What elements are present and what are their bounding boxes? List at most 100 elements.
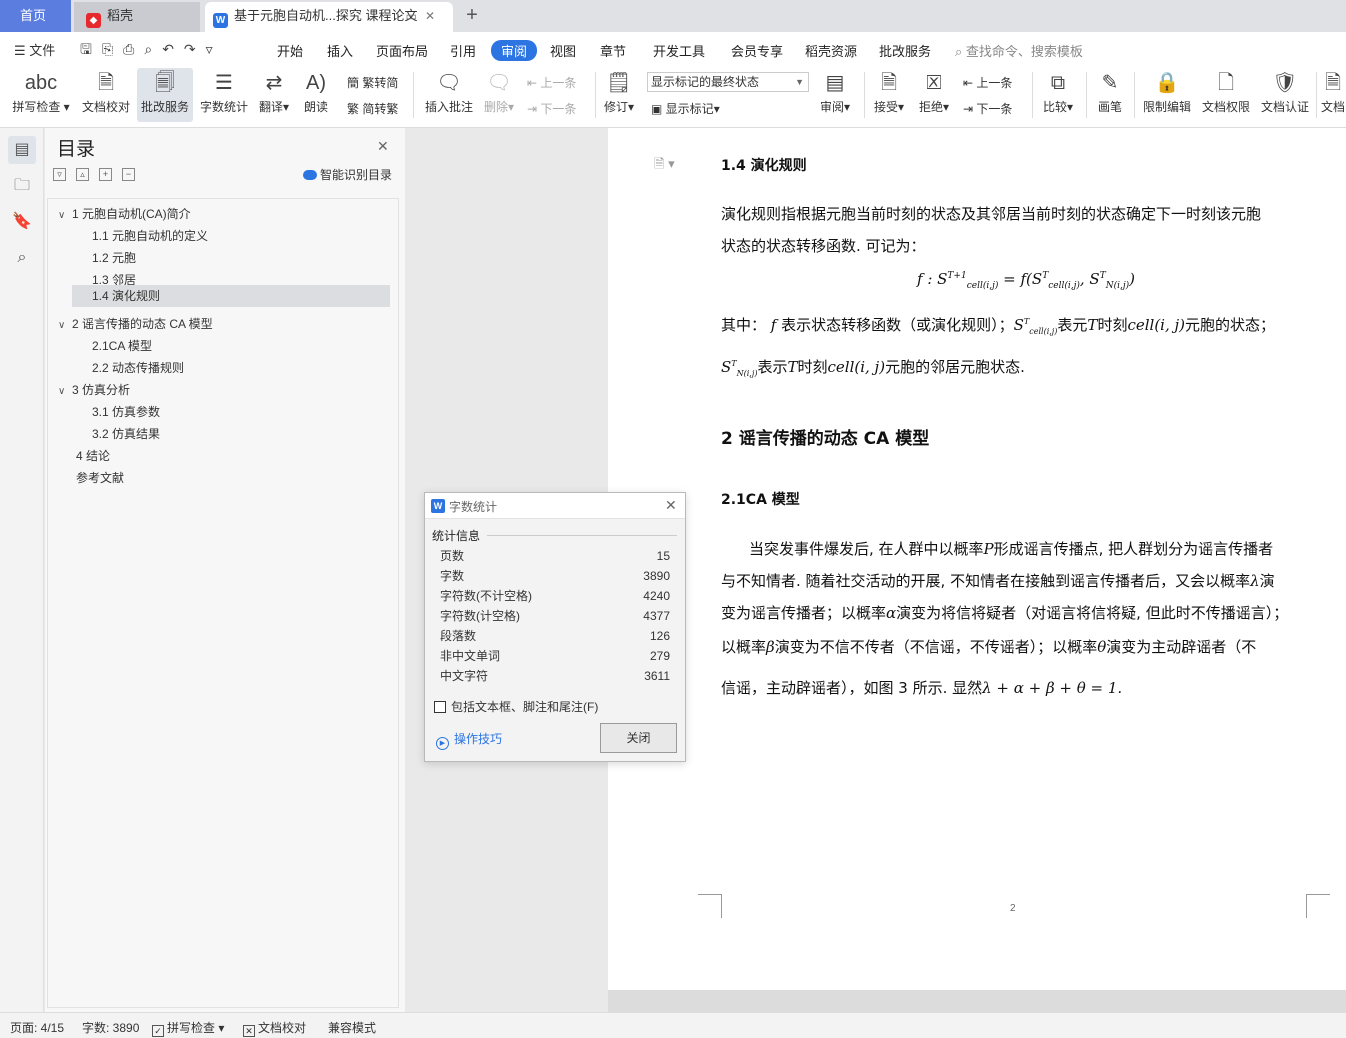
doc-proof-status[interactable]: ✕ 文档校对	[243, 1019, 306, 1037]
spell-check-button[interactable]: abc 拼写检查 ▾	[10, 68, 72, 122]
menu-member[interactable]: 会员专享	[731, 41, 783, 60]
proof-icon: ✕	[243, 1025, 255, 1037]
reject-button[interactable]: 🗵 拒绝▾	[916, 68, 952, 122]
collapse-all-icon[interactable]: ▵	[76, 168, 89, 181]
menu-page-layout[interactable]: 页面布局	[376, 41, 428, 60]
menu-review[interactable]: 审阅	[491, 40, 538, 61]
close-tab-icon[interactable]: ✕	[425, 9, 443, 23]
toc-item[interactable]: 3.2 仿真结果	[92, 423, 388, 445]
track-changes-button[interactable]: 🗒 修订▾	[601, 68, 637, 122]
compare-button[interactable]: ⧉ 比较▾	[1040, 68, 1076, 122]
menu-view[interactable]: 视图	[550, 41, 576, 60]
command-search[interactable]: ⌕ 查找命令、搜索模板	[955, 41, 1083, 60]
new-tab-button[interactable]: +	[460, 2, 484, 30]
chevron-down-icon[interactable]: ∨	[58, 381, 72, 403]
redo-icon[interactable]: ↷	[184, 41, 206, 57]
next-comment-button[interactable]: ⇥ 下一条	[527, 100, 576, 117]
delete-comment-button[interactable]: 🗨 删除▾	[481, 68, 517, 122]
tab-document[interactable]: W 基于元胞自动机...探究 课程论文 ▭✕	[205, 2, 453, 32]
dialog-titlebar[interactable]: W 字数统计 ✕	[425, 493, 685, 519]
review-service-button[interactable]: 🗐 批改服务	[137, 68, 193, 122]
tab-home[interactable]: 首页	[0, 0, 71, 32]
add-heading-icon[interactable]: +	[99, 168, 112, 181]
customize-icon[interactable]: ▿	[206, 41, 223, 57]
toc-item[interactable]: 1.1 元胞自动机的定义	[92, 225, 388, 247]
pen-button[interactable]: ✎ 画笔	[1094, 68, 1126, 122]
toc-item[interactable]: ∨ 1 元胞自动机(CA)简介	[58, 203, 388, 225]
markup-state-select[interactable]: 显示标记的最终状态 ▼	[647, 72, 809, 92]
save-icon[interactable]: 🖫	[80, 41, 102, 57]
toc-item[interactable]: 4 结论	[76, 445, 388, 467]
page-options-icon[interactable]: 🗎 ▾	[654, 155, 675, 177]
checkbox-box[interactable]	[434, 701, 446, 713]
close-icon[interactable]: ✕	[665, 497, 677, 514]
doc-more-button[interactable]: 🗎 文档	[1320, 68, 1346, 122]
show-markup-button[interactable]: ▣ 显示标记▾	[651, 100, 720, 117]
expand-all-icon[interactable]: ▿	[53, 168, 66, 181]
undo-icon[interactable]: ↶	[162, 41, 184, 57]
close-button[interactable]: 关闭	[600, 723, 677, 753]
left-nav-strip: ▤ 🗀 🔖 ⌕	[0, 128, 44, 1012]
print-icon[interactable]: ⎙	[123, 41, 144, 57]
insert-comment-button[interactable]: 🗨 插入批注	[422, 68, 476, 122]
read-aloud-button[interactable]: A) 朗读	[299, 68, 333, 122]
tips-link[interactable]: ▶ 操作技巧	[436, 730, 502, 750]
include-textbox-checkbox[interactable]: 包括文本框、脚注和尾注(F)	[434, 698, 598, 715]
menu-chapter[interactable]: 章节	[600, 41, 626, 60]
menu-start[interactable]: 开始	[277, 41, 303, 60]
doc-rights-button[interactable]: 🗋 文档权限	[1200, 68, 1252, 122]
preview-icon[interactable]: ⌕	[144, 41, 162, 57]
simp-to-trad-button[interactable]: 繁 简转繁	[347, 100, 398, 117]
menu-review-service[interactable]: 批改服务	[879, 41, 931, 60]
toc-item-selected[interactable]: 1.4 演化规则	[72, 285, 390, 307]
file-menu[interactable]: ☰ 文件	[14, 40, 55, 59]
word-count-indicator[interactable]: 字数: 3890	[82, 1019, 139, 1036]
chevron-down-icon[interactable]: ∨	[58, 205, 72, 227]
search-icon[interactable]: ⌕	[8, 244, 36, 272]
prev-comment-button[interactable]: ⇤ 上一条	[527, 74, 576, 91]
bookmark-icon[interactable]: 🔖	[8, 208, 36, 236]
word-count-button[interactable]: ☰ 字数统计	[197, 68, 251, 122]
trad-to-simp-button[interactable]: 簡 繁转简	[347, 74, 398, 91]
chapter-nav-icon[interactable]: 🗀	[8, 172, 36, 200]
doc-proof-button[interactable]: 🗎 文档校对	[78, 68, 134, 122]
review-pane-button[interactable]: ▤ 审阅▾	[816, 68, 854, 122]
close-icon[interactable]: ✕	[377, 138, 389, 155]
restrict-edit-button[interactable]: 🔒 限制编辑	[1141, 68, 1193, 122]
toc-item[interactable]: ∨ 3 仿真分析	[58, 379, 388, 401]
smart-toc-button[interactable]: 智能识别目录	[303, 166, 392, 183]
menu-developer[interactable]: 开发工具	[653, 41, 705, 60]
heading-1-4: 1.4 演化规则	[721, 158, 807, 174]
next-change-button[interactable]: ⇥ 下一条	[963, 100, 1012, 117]
pin-icon[interactable]: ▭	[406, 9, 425, 23]
doc-certify-button[interactable]: 🛡 文档认证	[1259, 68, 1311, 122]
toc-nav-icon[interactable]: ▤	[8, 136, 36, 164]
toc-item[interactable]: 1.2 元胞	[92, 247, 388, 269]
spell-check-status[interactable]: ✓ 拼写检查 ▾	[152, 1019, 224, 1037]
toc-item[interactable]: 参考文献	[76, 467, 388, 489]
menu-insert[interactable]: 插入	[327, 41, 353, 60]
toc-item[interactable]: 3.1 仿真参数	[92, 401, 388, 423]
menu-references[interactable]: 引用	[450, 41, 476, 60]
export-icon[interactable]: ⎘	[102, 41, 123, 57]
accept-button[interactable]: 🗎 接受▾	[871, 68, 907, 122]
compare-icon: ⧉	[1050, 72, 1066, 94]
page-indicator[interactable]: 页面: 4/15	[10, 1019, 64, 1036]
ribbon-separator	[1316, 72, 1317, 118]
tab-daoke[interactable]: ◆ 稻壳	[74, 2, 200, 32]
remove-heading-icon[interactable]: −	[122, 168, 135, 181]
prev-change-label: 上一条	[976, 76, 1013, 90]
chevron-down-icon[interactable]: ∨	[58, 315, 72, 337]
toc-item[interactable]: ∨ 2 谣言传播的动态 CA 模型	[58, 313, 388, 335]
word-count-dialog: W 字数统计 ✕ 统计信息 页数 15 字数 3890 字符数(不计空格) 4240 …	[424, 492, 686, 762]
toc-item[interactable]: 2.1CA 模型	[92, 335, 388, 357]
ribbon-separator	[595, 72, 596, 118]
simp-to-trad-icon: 繁	[347, 102, 363, 116]
translate-button[interactable]: ⇄ 翻译▾	[256, 68, 292, 122]
math-symbol: α	[886, 604, 897, 622]
prev-comment-icon: ⇤	[527, 76, 541, 90]
menu-daoke-resources[interactable]: 稻壳资源	[805, 41, 857, 60]
prev-change-button[interactable]: ⇤ 上一条	[963, 74, 1012, 91]
toc-item[interactable]: 2.2 动态传播规则	[92, 357, 388, 379]
toc-title: 目录	[57, 139, 96, 160]
